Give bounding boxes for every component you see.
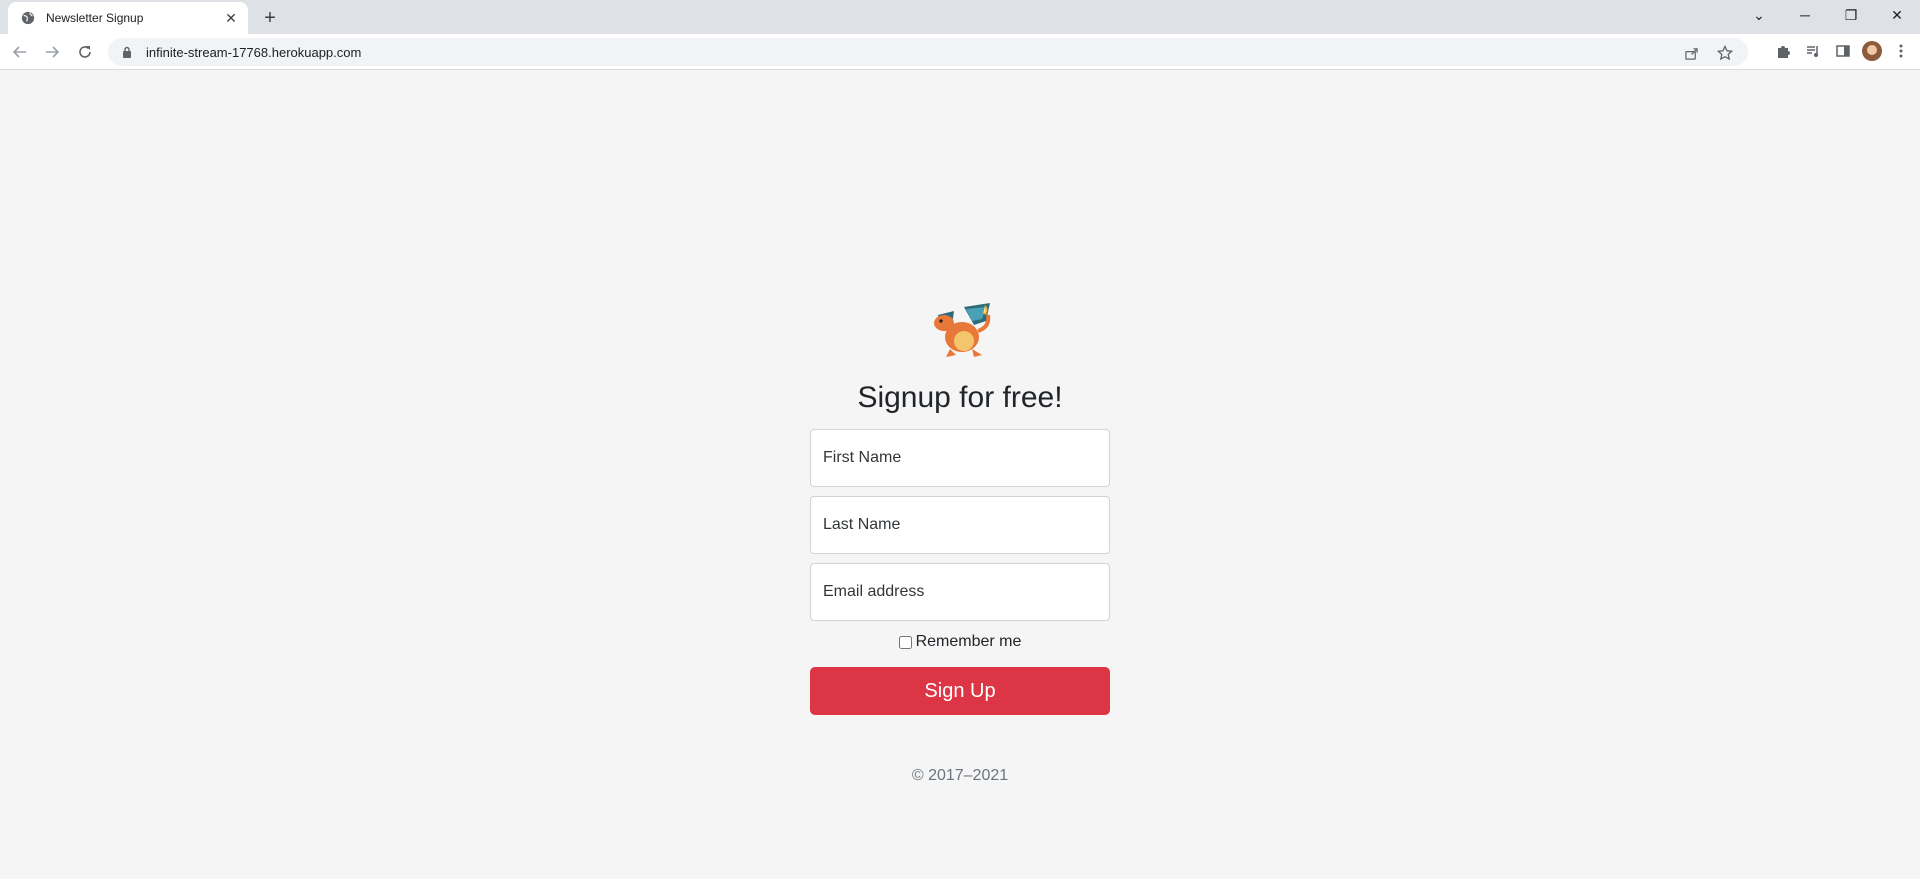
close-window-button[interactable]: ✕ bbox=[1874, 0, 1920, 30]
back-button[interactable] bbox=[8, 40, 32, 64]
remember-me-checkbox[interactable] bbox=[898, 635, 912, 649]
lock-icon bbox=[120, 45, 134, 59]
minimize-button[interactable]: ─ bbox=[1782, 0, 1828, 30]
side-panel-icon[interactable] bbox=[1832, 40, 1854, 62]
page-title: Signup for free! bbox=[857, 381, 1063, 414]
more-menu-icon[interactable] bbox=[1890, 40, 1912, 62]
url-text: infinite-stream-17768.herokuapp.com bbox=[146, 44, 362, 60]
remember-me-row[interactable]: Remember me bbox=[898, 633, 1022, 651]
tab-strip: Newsletter Signup ✕ + ⌄ ─ ❐ ✕ bbox=[0, 0, 1920, 34]
tab-title: Newsletter Signup bbox=[46, 11, 144, 25]
bookmark-star-icon[interactable] bbox=[1714, 42, 1736, 64]
sign-up-button[interactable]: Sign Up bbox=[810, 667, 1110, 715]
copyright-footer: © 2017–2021 bbox=[911, 767, 1009, 784]
media-playlist-icon[interactable] bbox=[1802, 40, 1824, 62]
globe-icon bbox=[20, 10, 36, 26]
profile-avatar[interactable] bbox=[1862, 41, 1882, 61]
charizard-logo bbox=[934, 303, 991, 357]
first-name-field[interactable] bbox=[810, 429, 1110, 487]
reload-button[interactable] bbox=[73, 40, 97, 64]
extensions-puzzle-icon[interactable] bbox=[1772, 40, 1794, 62]
forward-button[interactable] bbox=[40, 40, 64, 64]
close-tab-icon[interactable]: ✕ bbox=[222, 9, 240, 27]
signup-form: Signup for free! Remember me Sign Up © 2… bbox=[810, 301, 1110, 785]
remember-me-label: Remember me bbox=[915, 633, 1022, 650]
tab-search-button[interactable]: ⌄ bbox=[1736, 0, 1782, 30]
last-name-field[interactable] bbox=[810, 496, 1110, 554]
restore-button[interactable]: ❐ bbox=[1828, 0, 1874, 30]
arrow-left-icon bbox=[12, 46, 26, 58]
share-icon[interactable] bbox=[1680, 42, 1702, 64]
new-tab-button[interactable]: + bbox=[258, 6, 282, 30]
browser-toolbar: infinite-stream-17768.herokuapp.com bbox=[0, 34, 1920, 70]
arrow-right-icon bbox=[46, 46, 60, 58]
address-bar[interactable]: infinite-stream-17768.herokuapp.com bbox=[108, 38, 1748, 66]
email-field[interactable] bbox=[810, 563, 1110, 621]
reload-icon bbox=[79, 46, 91, 58]
page-body: Signup for free! Remember me Sign Up © 2… bbox=[0, 71, 1920, 879]
browser-tab[interactable]: Newsletter Signup ✕ bbox=[8, 2, 248, 34]
